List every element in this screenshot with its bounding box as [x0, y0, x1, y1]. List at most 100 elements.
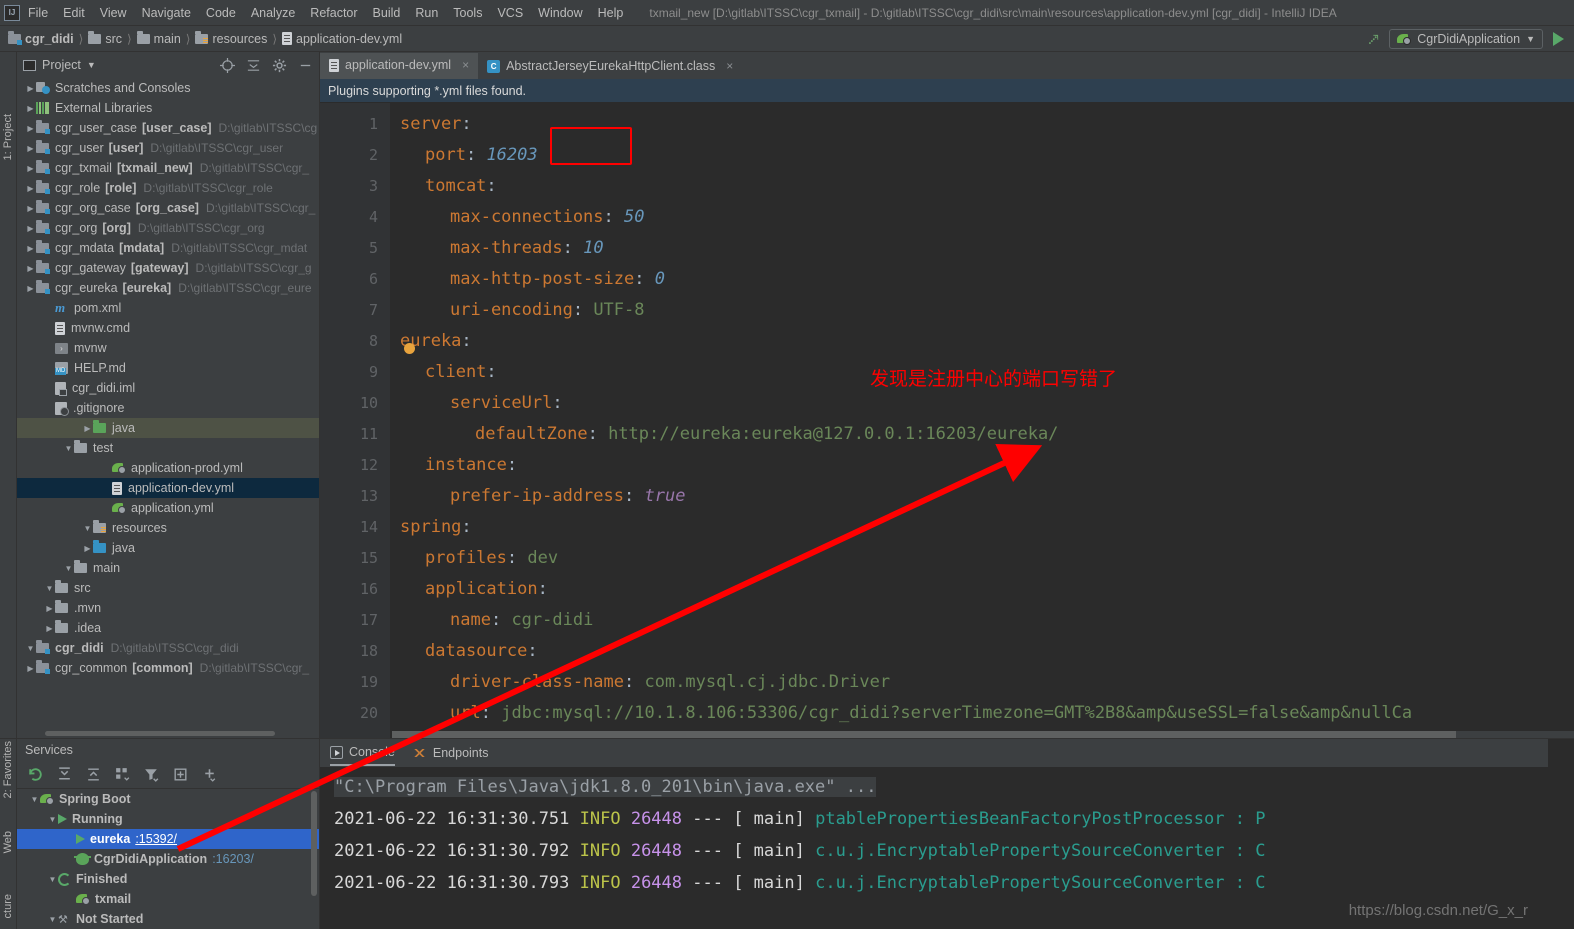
chevron-right-icon[interactable]: ▶	[25, 664, 36, 673]
menu-item-analyze[interactable]: Analyze	[251, 6, 295, 20]
chevron-down-icon[interactable]: ▼	[63, 564, 74, 573]
chevron-right-icon[interactable]: ▶	[25, 244, 36, 253]
add-tab-icon[interactable]	[172, 766, 189, 783]
code-line-15[interactable]: profiles: dev	[390, 543, 1574, 574]
chevron-right-icon[interactable]: ▶	[25, 264, 36, 273]
tab-console[interactable]: Console	[330, 740, 395, 766]
menu-item-help[interactable]: Help	[598, 6, 624, 20]
chevron-down-icon[interactable]: ▼	[87, 60, 96, 70]
chevron-right-icon[interactable]: ▶	[82, 424, 93, 433]
editor-tab-application-dev-yml[interactable]: application-dev.yml ×	[320, 53, 479, 79]
menu-item-build[interactable]: Build	[373, 6, 401, 20]
tree-item-cgr-role[interactable]: ▶ cgr_role [role] D:\gitlab\ITSSC\cgr_role	[17, 178, 319, 198]
service-item-finished[interactable]: ▼ Finished	[17, 869, 319, 889]
tree-item-java[interactable]: ▶ java	[17, 538, 319, 558]
tree-item-cgr-org-case[interactable]: ▶ cgr_org_case [org_case] D:\gitlab\ITSSC\c…	[17, 198, 319, 218]
menu-item-run[interactable]: Run	[415, 6, 438, 20]
editor-horizontal-scrollbar[interactable]	[392, 731, 1574, 738]
tree-item-cgr-txmail[interactable]: ▶ cgr_txmail [txmail_new] D:\gitlab\ITSSC\c…	[17, 158, 319, 178]
tool-window-button-project[interactable]: 1: Project	[2, 114, 14, 160]
service-item-running[interactable]: ▼ Running	[17, 809, 319, 829]
tool-window-button-web[interactable]: Web	[2, 831, 14, 853]
chevron-right-icon[interactable]: ▶	[44, 604, 55, 613]
chevron-right-icon[interactable]: ▶	[25, 164, 36, 173]
code-line-3[interactable]: tomcat:	[390, 171, 1574, 202]
tree-item-cgr-gateway[interactable]: ▶ cgr_gateway [gateway] D:\gitlab\ITSSC\cgr…	[17, 258, 319, 278]
settings-gear-icon[interactable]	[272, 58, 287, 73]
code-line-13[interactable]: prefer-ip-address: true	[390, 481, 1574, 512]
code-content[interactable]: server: port: 16203 tomcat: max-connections…	[390, 103, 1574, 738]
intention-bulb-icon[interactable]	[404, 343, 415, 354]
chevron-down-icon[interactable]: ▼	[1526, 34, 1535, 44]
code-line-10[interactable]: serviceUrl:	[390, 388, 1574, 419]
menu-item-window[interactable]: Window	[538, 6, 582, 20]
chevron-right-icon[interactable]: ▶	[25, 124, 36, 133]
tree-item--idea[interactable]: ▶ .idea	[17, 618, 319, 638]
service-item-spring-boot[interactable]: ▼ Spring Boot	[17, 789, 319, 809]
tree-item-cgr-common[interactable]: ▶ cgr_common [common] D:\gitlab\ITSSC\cgr_	[17, 658, 319, 678]
tree-item-cgr-didi[interactable]: ▼ cgr_didi D:\gitlab\ITSSC\cgr_didi	[17, 638, 319, 658]
chevron-right-icon[interactable]: ▶	[82, 544, 93, 553]
collapse-all-icon[interactable]	[85, 766, 102, 783]
chevron-down-icon[interactable]: ▼	[47, 915, 58, 924]
services-tree[interactable]: ▼ Spring Boot ▼ Running eureka:15392/CgrDidi…	[17, 789, 319, 929]
tree-item-cgr-org[interactable]: ▶ cgr_org [org] D:\gitlab\ITSSC\cgr_org	[17, 218, 319, 238]
tree-item-mvnw-cmd[interactable]: mvnw.cmd	[17, 318, 319, 338]
code-line-5[interactable]: max-threads: 10	[390, 233, 1574, 264]
chevron-right-icon[interactable]: ▶	[25, 144, 36, 153]
tree-item-pom-xml[interactable]: m pom.xml	[17, 298, 319, 318]
tree-item-application-prod-yml[interactable]: application-prod.yml	[17, 458, 319, 478]
chevron-down-icon[interactable]: ▼	[25, 644, 36, 653]
code-line-8[interactable]: eureka:	[390, 326, 1574, 357]
project-tree[interactable]: ▶ Scratches and Consoles ▶ External Librari…	[17, 78, 319, 738]
project-tree-horizontal-scrollbar[interactable]	[45, 731, 275, 736]
main-menu[interactable]: File Edit View Navigate Code Analyze Ref…	[28, 6, 623, 20]
service-item-txmail[interactable]: txmail	[17, 889, 319, 909]
code-line-12[interactable]: instance:	[390, 450, 1574, 481]
update-running-application-icon[interactable]: ⤑	[1361, 27, 1384, 50]
tree-item-scratches-and-consoles[interactable]: ▶ Scratches and Consoles	[17, 78, 319, 98]
menu-item-navigate[interactable]: Navigate	[142, 6, 191, 20]
code-line-11[interactable]: defaultZone: http://eureka:eureka@127.0.…	[390, 419, 1574, 450]
tab-endpoints[interactable]: Endpoints	[412, 740, 488, 766]
menu-item-view[interactable]: View	[100, 6, 127, 20]
tree-item-cgr-mdata[interactable]: ▶ cgr_mdata [mdata] D:\gitlab\ITSSC\cgr_mda…	[17, 238, 319, 258]
tree-item-cgr-didi-iml[interactable]: cgr_didi.iml	[17, 378, 319, 398]
chevron-right-icon[interactable]: ▶	[25, 104, 36, 113]
group-icon[interactable]	[114, 766, 131, 783]
menu-item-code[interactable]: Code	[206, 6, 236, 20]
chevron-right-icon[interactable]: ▶	[25, 224, 36, 233]
breadcrumb-item-resources[interactable]: resources	[195, 30, 267, 46]
tree-item-java[interactable]: ▶ java	[17, 418, 319, 438]
chevron-down-icon[interactable]: ▼	[82, 524, 93, 533]
tree-item-mvnw[interactable]: › mvnw	[17, 338, 319, 358]
breadcrumb-item-file[interactable]: application-dev.yml	[282, 32, 402, 46]
service-item-cgrdidiapplication[interactable]: CgrDidiApplication:16203/	[17, 849, 319, 869]
code-line-4[interactable]: max-connections: 50	[390, 202, 1574, 233]
code-line-14[interactable]: spring:	[390, 512, 1574, 543]
close-icon[interactable]: ×	[462, 58, 469, 72]
run-configuration-selector[interactable]: CgrDidiApplication ▼	[1389, 28, 1543, 49]
chevron-down-icon[interactable]: ▼	[29, 795, 40, 804]
chevron-right-icon[interactable]: ▶	[25, 84, 36, 93]
menu-item-edit[interactable]: Edit	[63, 6, 85, 20]
tree-item-application-dev-yml[interactable]: application-dev.yml	[17, 478, 319, 498]
tree-item-external-libraries[interactable]: ▶ External Libraries	[17, 98, 319, 118]
add-icon[interactable]	[201, 766, 218, 783]
tree-item--mvn[interactable]: ▶ .mvn	[17, 598, 319, 618]
service-item-eureka[interactable]: eureka:15392/	[17, 829, 319, 849]
services-scrollbar[interactable]	[311, 791, 317, 896]
collapse-all-icon[interactable]	[246, 58, 261, 73]
tree-item-cgr-user-case[interactable]: ▶ cgr_user_case [user_case] D:\gitlab\ITSSC…	[17, 118, 319, 138]
code-line-7[interactable]: uri-encoding: UTF-8	[390, 295, 1574, 326]
tree-item-resources[interactable]: ▼ resources	[17, 518, 319, 538]
menu-item-refactor[interactable]: Refactor	[310, 6, 357, 20]
chevron-down-icon[interactable]: ▼	[47, 875, 58, 884]
service-item-port-link[interactable]: :16203/	[212, 852, 254, 866]
tree-item-src[interactable]: ▼ src	[17, 578, 319, 598]
plugin-notification-banner[interactable]: Plugins supporting *.yml files found.	[320, 79, 1574, 103]
menu-item-vcs[interactable]: VCS	[497, 6, 523, 20]
tree-item-application-yml[interactable]: application.yml	[17, 498, 319, 518]
tool-window-button-structure[interactable]: cture	[2, 894, 14, 918]
hide-icon[interactable]	[298, 58, 313, 73]
